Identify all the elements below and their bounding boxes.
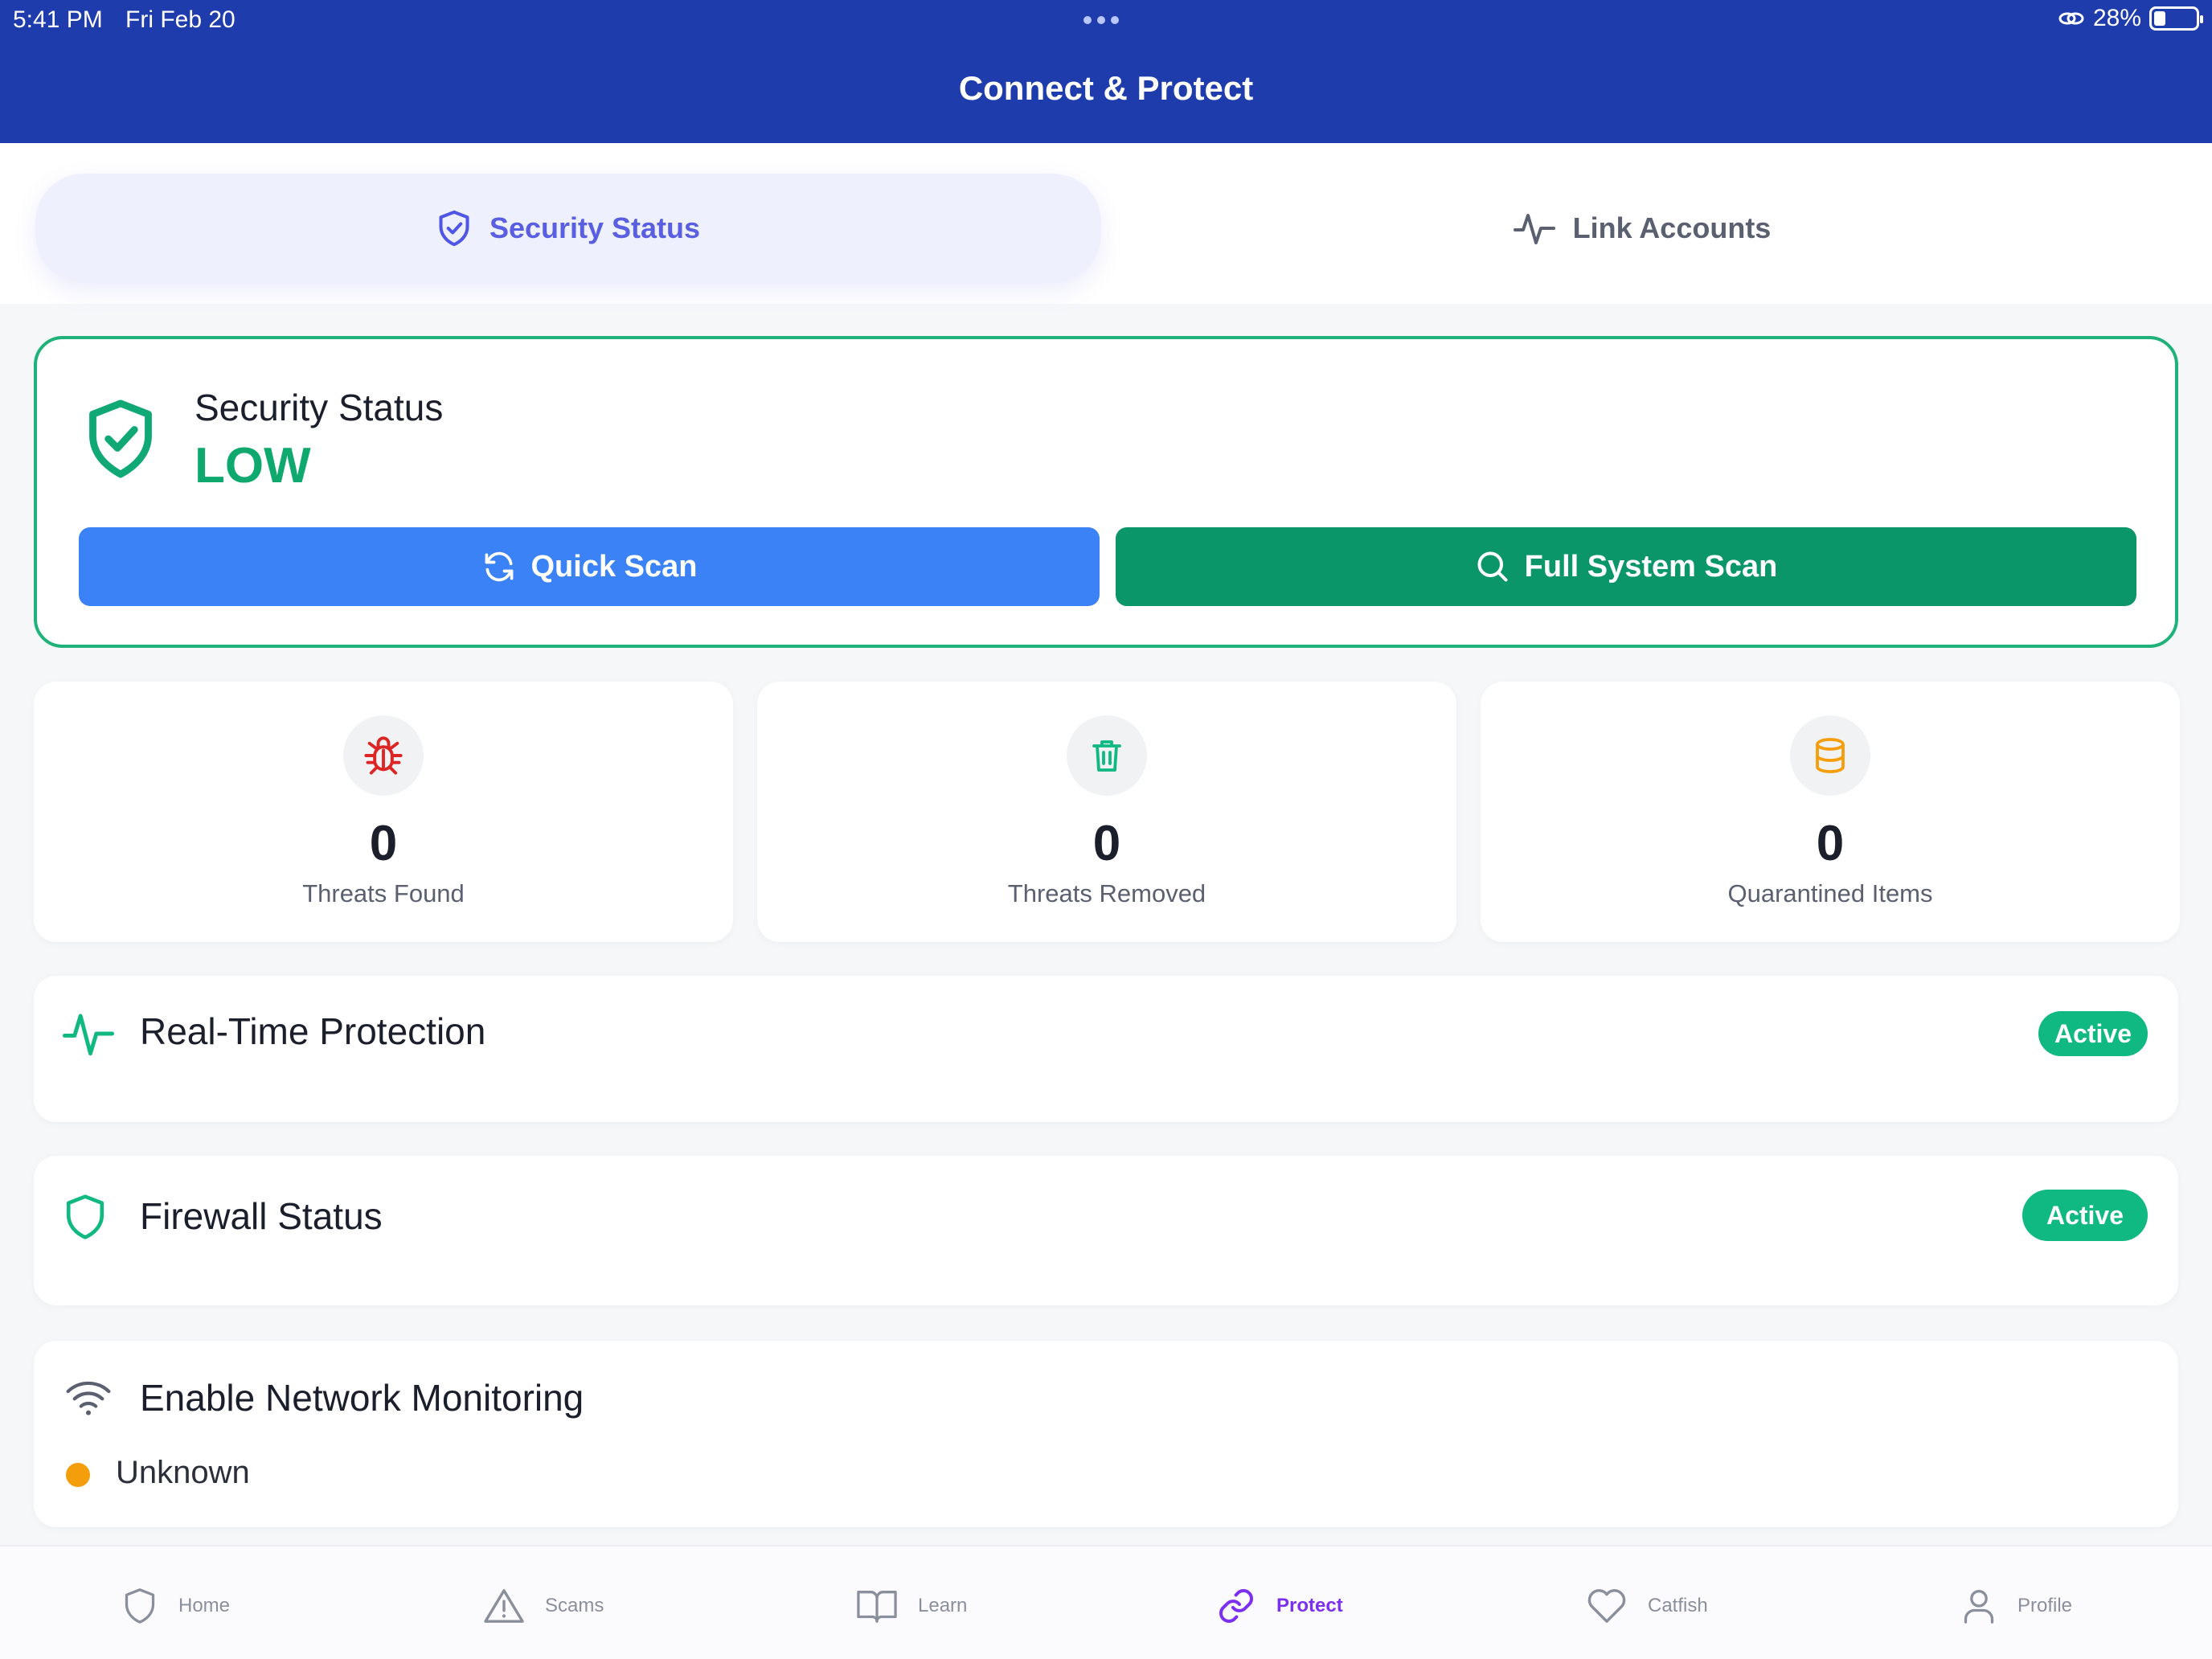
stat-value: 0 [1092, 816, 1121, 871]
network-monitoring-title: Enable Network Monitoring [140, 1377, 584, 1419]
stat-value: 0 [1816, 816, 1845, 871]
stat-label: Quarantined Items [1727, 879, 1933, 907]
quick-scan-button[interactable]: Quick Scan [79, 527, 1100, 606]
full-scan-label: Full System Scan [1524, 549, 1778, 584]
realtime-protection-row[interactable]: Real-Time Protection Active [34, 976, 2178, 1122]
nav-label: Scams [545, 1595, 604, 1616]
security-status-label: Security Status [195, 387, 444, 428]
stat-label: Threats Removed [1007, 879, 1206, 907]
stat-label: Threats Found [302, 879, 465, 907]
nav-label: Catfish [1648, 1595, 1708, 1616]
nav-label: Profile [2017, 1595, 2073, 1616]
nav-label: Learn [918, 1595, 968, 1616]
stat-threats-removed: 0 Threats Removed [757, 682, 1456, 942]
status-badge: Active [2038, 1011, 2148, 1056]
nav-label: Home [178, 1595, 231, 1616]
stat-icon-circle [343, 715, 424, 796]
network-monitoring-row[interactable]: Enable Network Monitoring Unknown [34, 1341, 2178, 1527]
status-date: Fri Feb 20 [125, 6, 236, 33]
status-bar: 5:41 PM Fri Feb 20 28% [0, 0, 2212, 40]
heart-icon [1587, 1589, 1626, 1623]
security-level: LOW [195, 438, 311, 494]
tab-security-status[interactable]: Security Status [35, 174, 1101, 283]
tab-label: Security Status [489, 211, 701, 244]
search-icon [1477, 551, 1508, 582]
page-title: Connect & Protect [958, 69, 1254, 107]
tab-bar: Security Status Link Accounts [0, 143, 2212, 304]
realtime-protection-title: Real-Time Protection [140, 1010, 486, 1052]
security-status-card: Security Status LOW Quick Scan Full Syst… [34, 336, 2178, 648]
nav-label: Protect [1276, 1595, 1343, 1616]
trash-icon [1092, 740, 1121, 772]
tab-link-accounts[interactable]: Link Accounts [1109, 174, 2175, 283]
stat-threats-found: 0 Threats Found [34, 682, 733, 942]
network-status-text: Unknown [116, 1455, 250, 1490]
activity-icon [63, 1014, 114, 1056]
stat-icon-circle [1790, 715, 1870, 796]
status-right: 28% [2058, 5, 2203, 32]
shield-check-icon [439, 210, 469, 247]
book-icon [857, 1591, 897, 1623]
firewall-status-title: Firewall Status [140, 1195, 383, 1237]
status-dot [66, 1463, 90, 1487]
bottom-navigation: Home Scams Learn Protect Catfish Profile [0, 1545, 2212, 1659]
nav-scams[interactable]: Scams [484, 1582, 604, 1630]
tab-label: Link Accounts [1572, 211, 1772, 244]
quick-scan-label: Quick Scan [530, 549, 698, 584]
battery-icon [2149, 6, 2203, 31]
warning-icon [484, 1589, 524, 1623]
multitasking-dots-icon[interactable] [1083, 16, 1119, 24]
database-icon [1816, 738, 1845, 773]
wifi-icon [66, 1381, 111, 1415]
activity-icon [1513, 214, 1555, 244]
shield-icon [66, 1194, 104, 1239]
app-header: 5:41 PM Fri Feb 20 28% Connect & Protect [0, 0, 2212, 143]
status-badge: Active [2022, 1190, 2148, 1241]
shield-icon [125, 1588, 155, 1624]
nav-home[interactable]: Home [122, 1582, 230, 1630]
stat-quarantined-items: 0 Quarantined Items [1481, 682, 2180, 942]
stat-icon-circle [1067, 715, 1147, 796]
refresh-icon [485, 551, 513, 582]
shield-check-icon [89, 399, 152, 478]
link-icon [1219, 1589, 1253, 1623]
nav-learn[interactable]: Learn [857, 1582, 967, 1630]
link-status-icon [2058, 12, 2084, 25]
bug-icon [364, 736, 403, 775]
full-system-scan-button[interactable]: Full System Scan [1116, 527, 2136, 606]
nav-catfish[interactable]: Catfish [1587, 1582, 1708, 1630]
status-time: 5:41 PM [13, 6, 103, 33]
stat-value: 0 [369, 816, 398, 871]
nav-profile[interactable]: Profile [1961, 1582, 2072, 1630]
battery-percent: 28% [2092, 5, 2141, 31]
user-icon [1964, 1590, 1994, 1624]
firewall-status-row[interactable]: Firewall Status Active [34, 1156, 2178, 1305]
nav-protect[interactable]: Protect [1217, 1582, 1343, 1630]
